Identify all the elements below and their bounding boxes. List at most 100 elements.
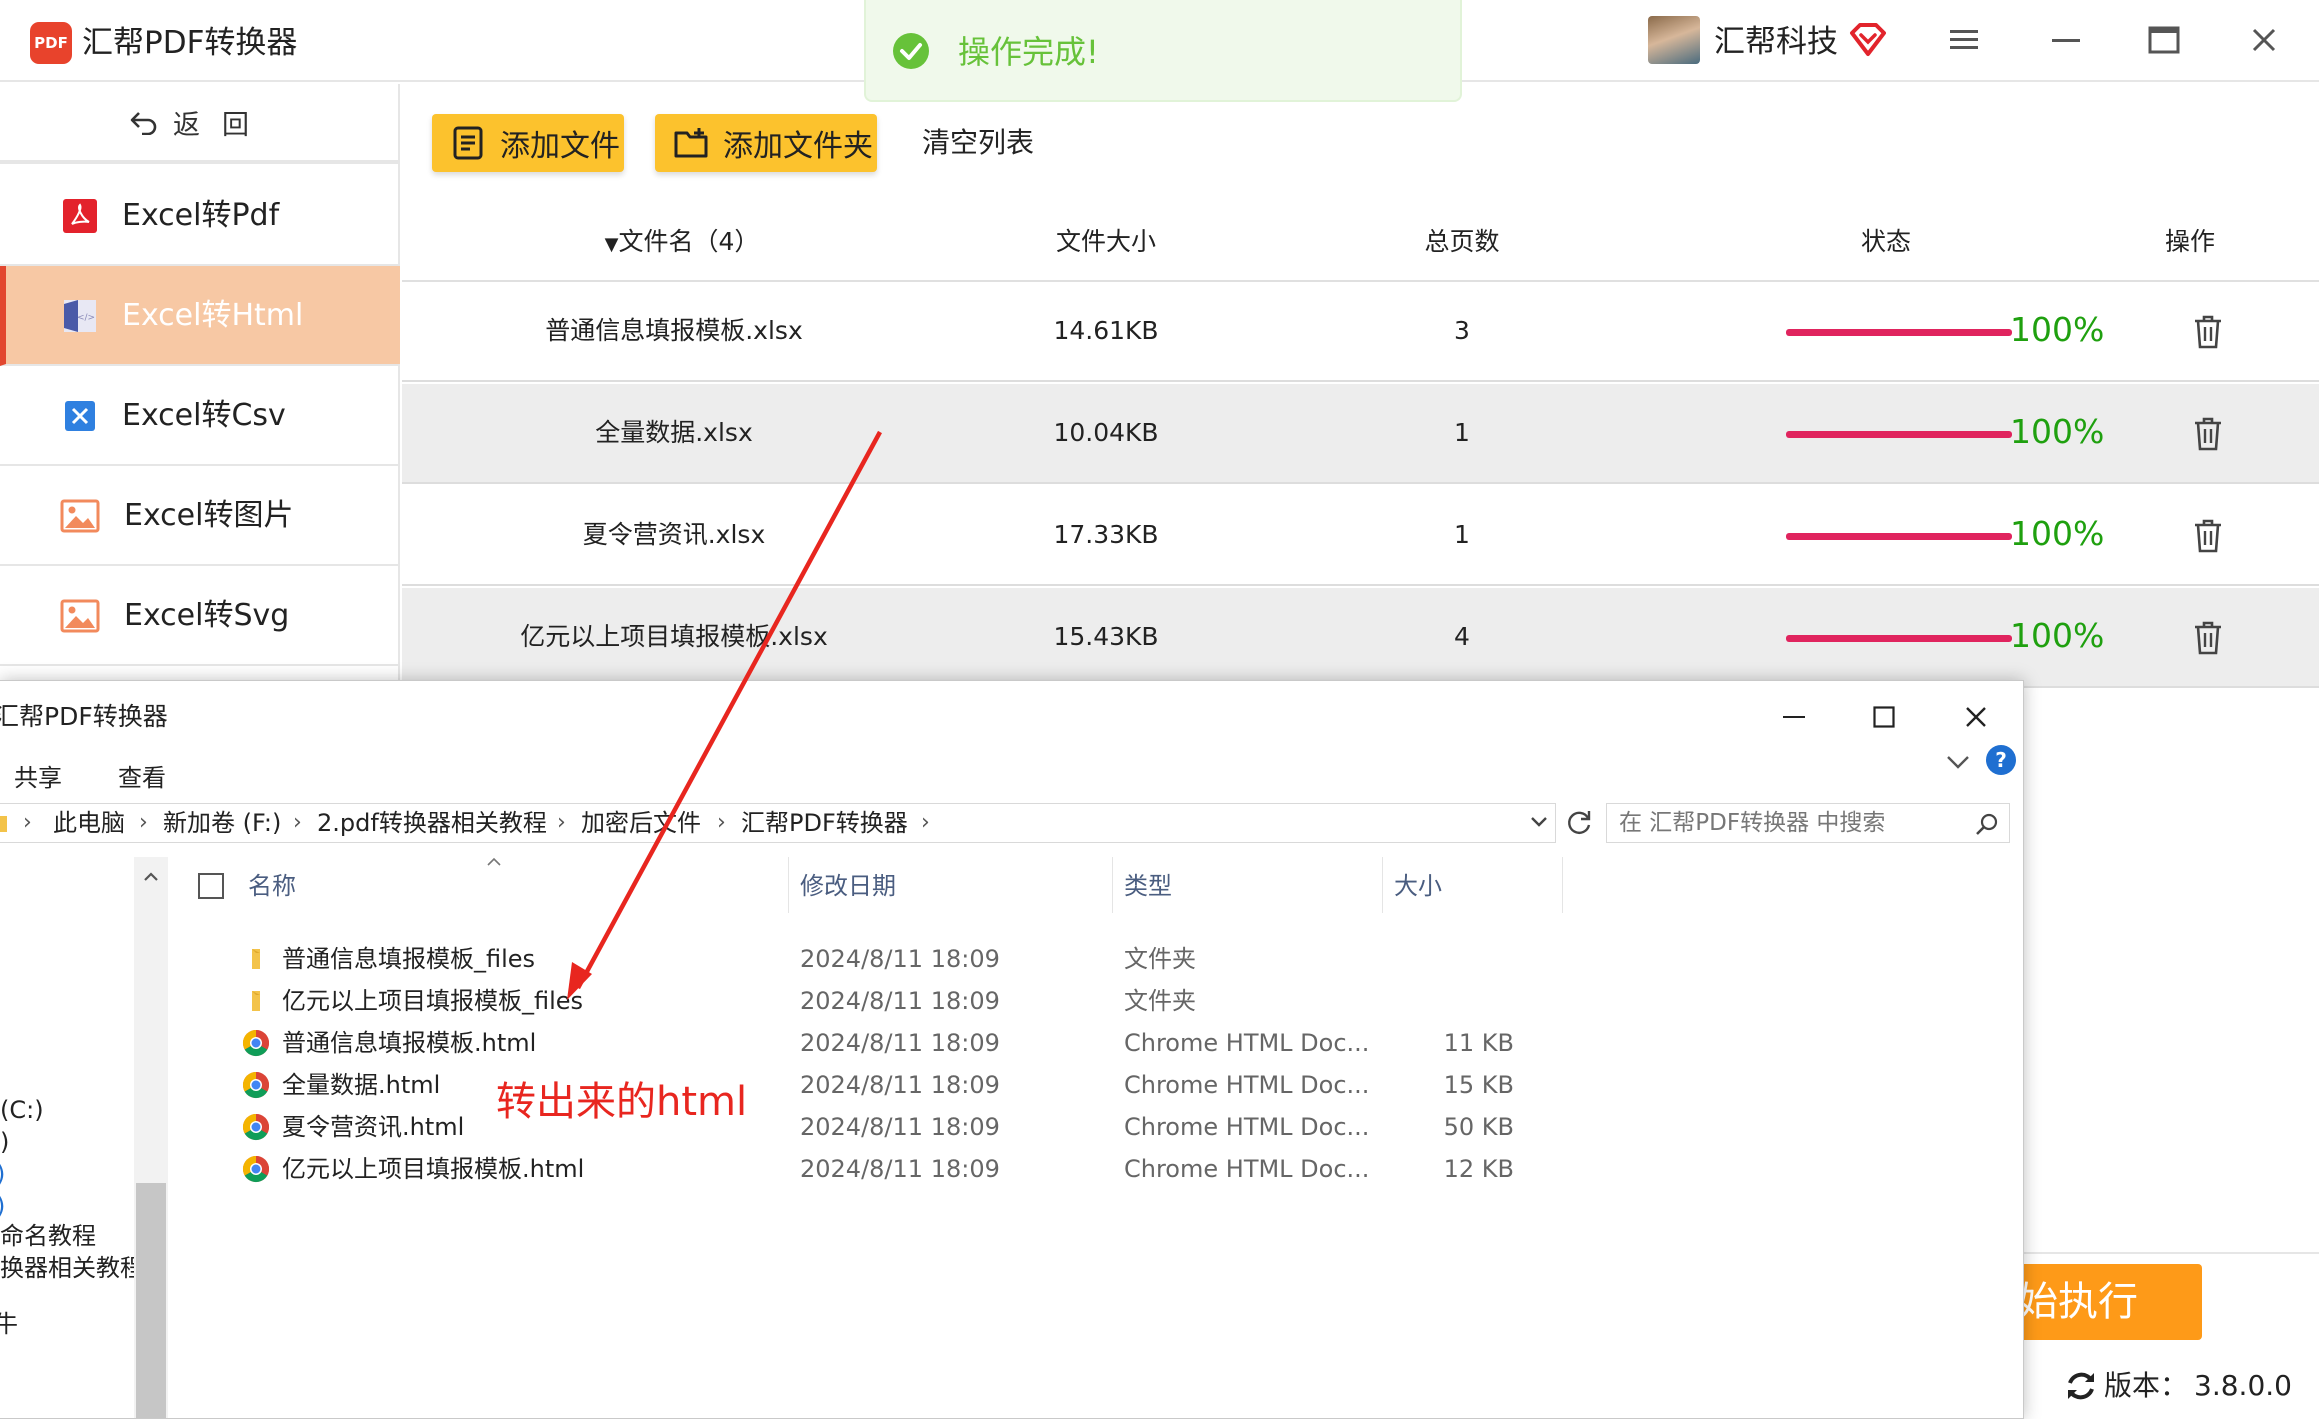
column-date[interactable]: 修改日期 bbox=[800, 869, 896, 903]
file-size: 50 KB bbox=[1443, 1113, 1514, 1141]
delete-icon[interactable] bbox=[2192, 620, 2224, 656]
menu-button[interactable] bbox=[1944, 20, 1984, 60]
close-icon bbox=[1966, 707, 1986, 727]
breadcrumb-item[interactable]: 新加卷 (F:) bbox=[163, 806, 281, 840]
list-item[interactable]: 亿元以上项目填报模板.html 2024/8/11 18:09 Chrome H… bbox=[168, 1149, 1568, 1191]
nav-item-marker[interactable]: ) bbox=[0, 1157, 5, 1191]
close-button[interactable] bbox=[2244, 20, 2284, 60]
list-item[interactable]: 全量数据.html 2024/8/11 18:09 Chrome HTML Do… bbox=[168, 1065, 1568, 1107]
nav-item[interactable]: 换器相关教程 bbox=[0, 1251, 144, 1285]
sidebar-item-excel-to-html[interactable]: </> Excel转Html bbox=[0, 266, 400, 366]
explorer-minimize-button[interactable] bbox=[1774, 697, 1814, 737]
col-status: 状态 bbox=[1860, 227, 1911, 256]
minimize-icon bbox=[2052, 39, 2080, 42]
list-item[interactable]: 亿元以上项目填报模板_files 2024/8/11 18:09 文件夹 bbox=[168, 981, 1568, 1023]
delete-icon[interactable] bbox=[2192, 518, 2224, 554]
breadcrumb-item[interactable]: 此电脑 bbox=[53, 806, 125, 840]
toast-message: 操作完成! bbox=[958, 33, 1099, 71]
file-date: 2024/8/11 18:09 bbox=[800, 1071, 1000, 1099]
chevron-down-icon[interactable] bbox=[1529, 812, 1549, 832]
nav-item[interactable]: (C:) bbox=[0, 1093, 44, 1127]
sidebar-item-excel-to-pdf[interactable]: Excel转Pdf bbox=[0, 166, 400, 266]
nav-item[interactable]: ) bbox=[0, 1125, 9, 1159]
clear-list-button[interactable]: 清空列表 bbox=[922, 122, 1034, 164]
row-filesize: 15.43KB bbox=[1053, 622, 1159, 651]
ribbon-tab-view[interactable]: 查看 bbox=[118, 761, 166, 795]
chevron-down-icon[interactable] bbox=[1944, 749, 1972, 773]
company-name[interactable]: 汇帮科技 bbox=[1714, 20, 1838, 64]
maximize-icon bbox=[2148, 26, 2180, 54]
explorer-maximize-button[interactable] bbox=[1864, 697, 1904, 737]
chrome-icon bbox=[242, 1155, 270, 1183]
back-arrow-icon bbox=[130, 112, 157, 135]
add-file-button[interactable]: 添加文件 bbox=[432, 114, 624, 172]
sidebar-item-label: Excel转Svg bbox=[124, 598, 290, 633]
nav-item[interactable]: 牛 bbox=[0, 1307, 18, 1341]
add-folder-button[interactable]: 添加文件夹 bbox=[655, 114, 877, 172]
scrollbar-thumb[interactable] bbox=[136, 1183, 166, 1418]
table-row[interactable]: 全量数据.xlsx 10.04KB 1 100% bbox=[402, 384, 2319, 484]
row-filename: 普通信息填报模板.xlsx bbox=[545, 316, 803, 345]
html-doc-icon: </> bbox=[64, 300, 96, 332]
maximize-button[interactable] bbox=[2144, 20, 2184, 60]
file-name: 夏令营资讯.html bbox=[282, 1113, 465, 1141]
sort-up-icon bbox=[487, 857, 501, 866]
address-bar[interactable]: › 此电脑 › 新加卷 (F:) › 2.pdf转换器相关教程 › 加密后文件 … bbox=[0, 803, 1556, 843]
minimize-button[interactable] bbox=[2046, 20, 2086, 60]
file-date: 2024/8/11 18:09 bbox=[800, 1113, 1000, 1141]
breadcrumb-item[interactable]: 加密后文件 bbox=[581, 806, 701, 840]
sidebar-item-excel-to-svg[interactable]: Excel转Svg bbox=[0, 566, 400, 666]
hamburger-icon bbox=[1950, 30, 1978, 49]
folder-add-icon bbox=[674, 128, 708, 158]
table-row[interactable]: 亿元以上项目填报模板.xlsx 15.43KB 4 100% bbox=[402, 588, 2319, 688]
ribbon-tab-share[interactable]: 共享 bbox=[14, 761, 62, 795]
search-icon[interactable] bbox=[1975, 812, 1999, 836]
chrome-icon bbox=[242, 1113, 270, 1141]
file-type: Chrome HTML Doc... bbox=[1124, 1029, 1370, 1057]
list-item[interactable]: 普通信息填报模板_files 2024/8/11 18:09 文件夹 bbox=[168, 939, 1568, 981]
nav-item-marker[interactable]: ) bbox=[0, 1189, 5, 1223]
delete-icon[interactable] bbox=[2192, 314, 2224, 350]
nav-item[interactable]: 命名教程 bbox=[0, 1219, 96, 1253]
vip-diamond-icon[interactable] bbox=[1848, 20, 1888, 60]
folder-icon bbox=[0, 816, 7, 832]
table-row[interactable]: 夏令营资讯.xlsx 17.33KB 1 100% bbox=[402, 486, 2319, 586]
close-icon bbox=[2252, 28, 2276, 52]
delete-icon[interactable] bbox=[2192, 416, 2224, 452]
breadcrumb-item[interactable]: 汇帮PDF转换器 bbox=[741, 806, 908, 840]
table-row[interactable]: 普通信息填报模板.xlsx 14.61KB 3 100% bbox=[402, 282, 2319, 382]
search-box[interactable]: 在 汇帮PDF转换器 中搜索 bbox=[1606, 803, 2010, 843]
refresh-icon[interactable] bbox=[2064, 1369, 2098, 1403]
column-size[interactable]: 大小 bbox=[1394, 869, 1442, 903]
app-title: 汇帮PDF转换器 bbox=[82, 25, 298, 61]
row-filesize: 14.61KB bbox=[1053, 316, 1159, 345]
help-icon[interactable]: ? bbox=[1986, 745, 2016, 775]
check-circle-icon bbox=[893, 33, 929, 69]
row-filename: 夏令营资讯.xlsx bbox=[582, 520, 766, 549]
column-type[interactable]: 类型 bbox=[1124, 869, 1172, 903]
explorer-close-button[interactable] bbox=[1956, 697, 1996, 737]
file-type: Chrome HTML Doc... bbox=[1124, 1071, 1370, 1099]
column-name[interactable]: 名称 bbox=[248, 869, 296, 903]
image-icon bbox=[60, 499, 100, 533]
progress-bar bbox=[1786, 635, 2012, 642]
add-folder-label: 添加文件夹 bbox=[723, 129, 873, 164]
sidebar-item-excel-to-image[interactable]: Excel转图片 bbox=[0, 466, 400, 566]
list-item[interactable]: 夏令营资讯.html 2024/8/11 18:09 Chrome HTML D… bbox=[168, 1107, 1568, 1149]
file-date: 2024/8/11 18:09 bbox=[800, 1155, 1000, 1183]
row-filename: 亿元以上项目填报模板.xlsx bbox=[520, 622, 828, 651]
file-list-header: 名称 修改日期 类型 大小 bbox=[168, 857, 1568, 917]
chevron-up-icon[interactable] bbox=[134, 865, 168, 889]
back-button[interactable]: 返回 bbox=[0, 84, 400, 164]
refresh-icon[interactable] bbox=[1563, 807, 1595, 839]
progress-bar bbox=[1786, 329, 2012, 336]
version-label: 版本： bbox=[2104, 1369, 2189, 1402]
row-pages: 1 bbox=[1454, 520, 1470, 549]
user-avatar[interactable] bbox=[1648, 16, 1700, 64]
list-item[interactable]: 普通信息填报模板.html 2024/8/11 18:09 Chrome HTM… bbox=[168, 1023, 1568, 1065]
nav-scrollbar[interactable] bbox=[134, 857, 168, 1418]
select-all-checkbox[interactable] bbox=[198, 873, 224, 899]
breadcrumb-item[interactable]: 2.pdf转换器相关教程 bbox=[317, 806, 547, 840]
sidebar-item-excel-to-csv[interactable]: Excel转Csv bbox=[0, 366, 400, 466]
col-filename[interactable]: ▼文件名（4） bbox=[582, 222, 782, 265]
